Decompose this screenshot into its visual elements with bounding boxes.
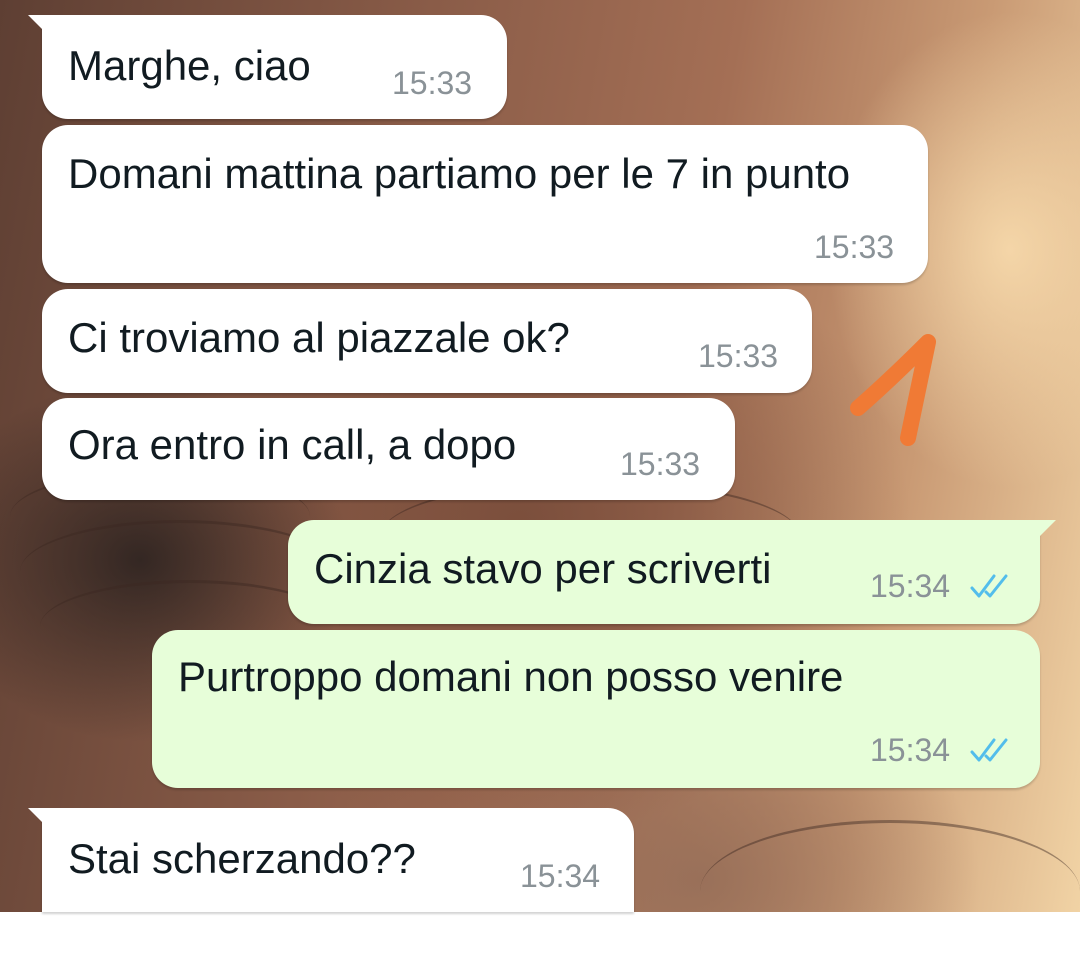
message-bubble-incoming[interactable]: Stai scherzando?? 15:34: [28, 808, 634, 912]
message-timestamp: 15:33: [620, 446, 701, 482]
double-check-read-icon: [970, 574, 1008, 598]
wallpaper-detail: [700, 820, 1080, 963]
message-timestamp: 15:33: [814, 229, 895, 265]
bubble-tail: [28, 808, 50, 830]
message-text: Ora entro in call, a dopo: [68, 421, 517, 468]
bubble-tail: [28, 15, 50, 37]
message-timestamp: 15:34: [520, 858, 601, 894]
message-timestamp: 15:34: [870, 568, 951, 604]
message-bubble-outgoing[interactable]: Cinzia stavo per scriverti 15:34: [288, 520, 1056, 624]
message-text: Purtroppo domani non posso venire: [178, 653, 844, 700]
message-timestamp: 15:33: [698, 338, 779, 374]
message-bubble-incoming[interactable]: Marghe, ciao 15:33: [28, 15, 507, 119]
message-text: Cinzia stavo per scriverti: [314, 545, 772, 592]
message-timestamp: 15:34: [870, 732, 951, 768]
message-bubble-incoming[interactable]: Ci troviamo al piazzale ok? 15:33: [42, 289, 812, 393]
message-text: Ci troviamo al piazzale ok?: [68, 314, 570, 361]
bubble-tail: [1034, 520, 1056, 542]
message-bubble-outgoing[interactable]: Purtroppo domani non posso venire 15:34: [152, 630, 1040, 788]
double-check-read-icon: [970, 738, 1008, 762]
message-text: Stai scherzando??: [68, 835, 416, 882]
message-text: Domani mattina partiamo per le 7 in punt…: [68, 150, 851, 197]
message-timestamp: 15:33: [392, 65, 473, 101]
annotation-mark: 1: [850, 334, 936, 446]
message-text: Marghe, ciao: [68, 42, 311, 89]
message-bubble-incoming[interactable]: Domani mattina partiamo per le 7 in punt…: [42, 125, 928, 283]
message-bubble-incoming[interactable]: Ora entro in call, a dopo 15:33: [42, 398, 735, 500]
